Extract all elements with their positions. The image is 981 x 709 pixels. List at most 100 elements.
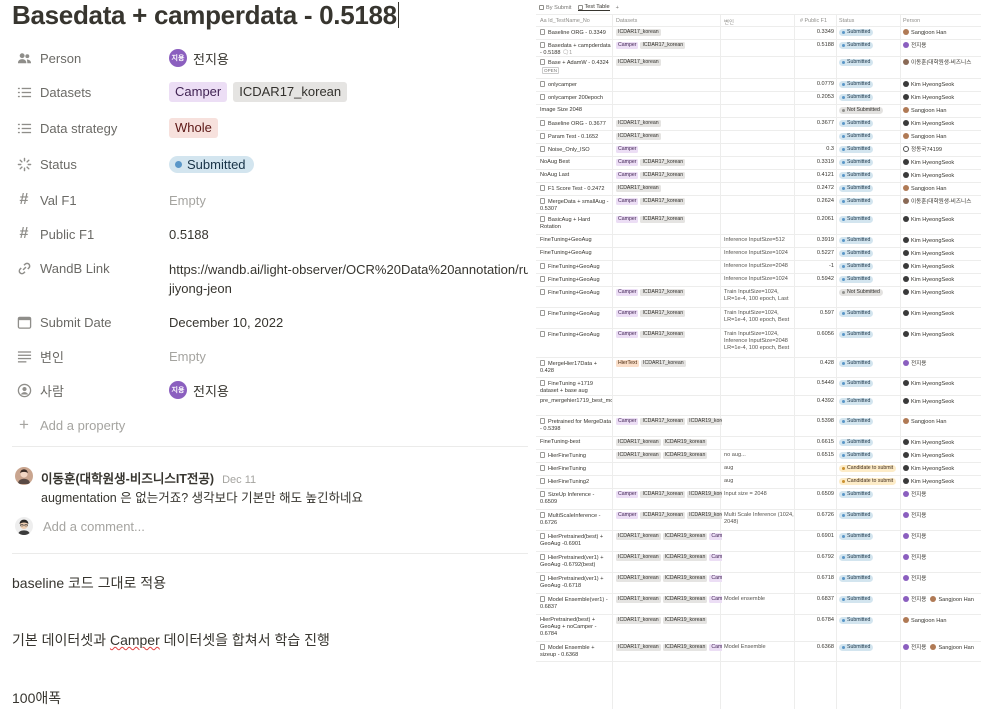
- public-f1-cell[interactable]: 0.6509: [798, 491, 834, 498]
- table-row[interactable]: Base + AdamW - 0.4324 OPEN ICDAR17_korean…: [536, 57, 981, 79]
- variable-cell[interactable]: Model Ensemble: [724, 644, 796, 651]
- status-cell[interactable]: Submitted: [839, 596, 901, 604]
- property-date-label[interactable]: Submit Date: [16, 310, 112, 334]
- status-cell[interactable]: Submitted: [839, 310, 901, 318]
- person-cell[interactable]: 이동훈(대학원생-비즈니스: [903, 59, 981, 67]
- status-cell[interactable]: Submitted: [839, 418, 901, 426]
- wandb-link-line2[interactable]: jiyong-jeon: [169, 279, 528, 298]
- datasets-cell[interactable]: ICDAR17_korean ICDAR19_korean: [616, 452, 722, 459]
- column-header-public-f1[interactable]: # Public F1: [800, 18, 827, 24]
- public-f1-cell[interactable]: 0.0779: [798, 81, 834, 88]
- row-title[interactable]: Image Size 2048: [540, 107, 612, 114]
- public-f1-cell[interactable]: 0.6784: [798, 617, 834, 624]
- person-cell[interactable]: Kim HyeongSeok: [903, 289, 981, 297]
- person-cell[interactable]: Kim HyeongSeok: [903, 398, 981, 406]
- person-cell[interactable]: 전지용: [903, 575, 981, 583]
- status-cell[interactable]: Submitted: [839, 452, 901, 460]
- person-cell[interactable]: Kim HyeongSeok: [903, 263, 981, 271]
- column-header-person[interactable]: Person: [903, 18, 920, 24]
- column-header-name[interactable]: Aa Id_TestName_No: [540, 18, 590, 24]
- status-cell[interactable]: Submitted: [839, 94, 901, 102]
- column-header-datasets[interactable]: Datasets: [616, 18, 637, 24]
- row-title[interactable]: F1 Score Test - 0.2472: [540, 185, 612, 193]
- person-cell[interactable]: Kim HyeongSeok: [903, 452, 981, 460]
- status-cell[interactable]: Submitted: [839, 133, 901, 141]
- tab-test-table[interactable]: Test Table: [577, 4, 610, 11]
- datasets-cell[interactable]: CamperICDAR17_koreanICDAR19_korean: [616, 418, 722, 425]
- datasets-cell[interactable]: Camper ICDAR17_korean: [616, 198, 722, 205]
- variable-cell[interactable]: Multi Scale Inference (1024, 2048): [724, 512, 796, 526]
- status-cell[interactable]: Candidate to submit: [839, 478, 901, 486]
- tab-by-submit[interactable]: By Submit: [539, 5, 572, 11]
- status-cell[interactable]: Submitted: [839, 29, 901, 37]
- person-cell[interactable]: Kim HyeongSeok: [903, 94, 981, 102]
- column-header-variable[interactable]: 변인: [724, 18, 734, 26]
- person-cell[interactable]: Sangjoon Han: [903, 617, 981, 625]
- table-row[interactable]: Baseline ORG - 0.3349 ICDAR17_korean 0.334…: [536, 27, 981, 40]
- strategy-value[interactable]: Whole: [169, 116, 224, 140]
- add-view-button[interactable]: +: [616, 5, 619, 11]
- status-cell[interactable]: Submitted: [839, 59, 901, 67]
- table-row[interactable]: HierPretrained(ver1) + GeoAug -0.6718 ICD…: [536, 573, 981, 594]
- person-cell[interactable]: Kim HyeongSeok: [903, 380, 981, 388]
- variable-value[interactable]: Empty: [169, 344, 206, 368]
- public-f1-cell[interactable]: 0.3677: [798, 120, 834, 127]
- public-f1-cell[interactable]: 0.6515: [798, 452, 834, 459]
- public-f1-cell[interactable]: 0.4121: [798, 172, 834, 179]
- person-cell[interactable]: 정동국74199: [903, 146, 981, 154]
- status-cell[interactable]: Submitted: [839, 42, 901, 50]
- row-title[interactable]: Model Ensemble(ver1) - 0.6837: [540, 596, 612, 611]
- public-f1-cell[interactable]: 0.2061: [798, 216, 834, 223]
- table-row[interactable]: FineTuning-best ICDAR17_korean ICDAR19_kor…: [536, 437, 981, 450]
- datasets-cell[interactable]: ICDAR17_korean: [616, 185, 722, 192]
- row-title[interactable]: FineTuning+GeoAug: [540, 237, 612, 244]
- datasets-cell[interactable]: CamperICDAR17_koreanICDAR19_korean: [616, 491, 722, 498]
- property-variable-label[interactable]: 변인: [16, 344, 64, 368]
- datasets-cell[interactable]: ICDAR17_koreanICDAR19_koreanCamper: [616, 644, 722, 651]
- person-cell[interactable]: Kim HyeongSeok: [903, 120, 981, 128]
- table-row[interactable]: FineTuning+GeoAug Inference InputSize=102…: [536, 274, 981, 287]
- status-cell[interactable]: Submitted: [839, 380, 901, 388]
- property-strategy-label[interactable]: Data strategy: [16, 116, 117, 140]
- person-cell[interactable]: Kim HyeongSeok: [903, 276, 981, 284]
- table-row[interactable]: HierFineTuning aug Candidate to submit Kim …: [536, 463, 981, 476]
- person-cell[interactable]: 이동훈(대학원생-비즈니스: [903, 198, 981, 206]
- public-f1-cell[interactable]: 0.6615: [798, 439, 834, 446]
- person-cell[interactable]: 전지용: [903, 491, 981, 499]
- row-title[interactable]: MultiScaleInference - 0.6726: [540, 512, 612, 527]
- table-row[interactable]: HierPretrained(best) + GeoAug + noCamper…: [536, 615, 981, 642]
- table-row[interactable]: F1 Score Test - 0.2472 ICDAR17_korean 0.24…: [536, 183, 981, 196]
- status-cell[interactable]: Submitted: [839, 159, 901, 167]
- status-cell[interactable]: Submitted: [839, 617, 901, 625]
- variable-cell[interactable]: Inference InputSize=512: [724, 237, 796, 244]
- person-cell[interactable]: Kim HyeongSeok: [903, 159, 981, 167]
- row-title[interactable]: NoAug Best: [540, 159, 612, 166]
- valf1-value[interactable]: Empty: [169, 188, 206, 212]
- row-title[interactable]: Param Test - 0.1652: [540, 133, 612, 141]
- person-cell[interactable]: Kim HyeongSeok: [903, 465, 981, 473]
- property-valf1-label[interactable]: # Val F1: [16, 188, 77, 212]
- public-f1-cell[interactable]: 0.6368: [798, 644, 834, 651]
- table-row[interactable]: Model Ensemble(ver1) - 0.6837 ICDAR17_kor…: [536, 594, 981, 615]
- table-row[interactable]: SizeUp Inference - 0.6509 Camper ICDAR17_k…: [536, 489, 981, 510]
- datasets-cell[interactable]: ICDAR17_korean ICDAR19_korean: [616, 617, 722, 624]
- row-title[interactable]: onlycamper: [540, 81, 612, 89]
- person-value[interactable]: 지용 전지용: [169, 46, 229, 70]
- row-title[interactable]: NoAug Last: [540, 172, 612, 179]
- table-row[interactable]: HierFineTuning ICDAR17_korean ICDAR19_kore…: [536, 450, 981, 463]
- datasets-cell[interactable]: Camper ICDAR17_korean: [616, 310, 722, 317]
- public-f1-cell[interactable]: 0.2472: [798, 185, 834, 192]
- row-title[interactable]: HierPretrained(ver1) + GeoAug -0.6792(be…: [540, 554, 612, 569]
- publicf1-value[interactable]: 0.5188: [169, 222, 209, 246]
- status-cell[interactable]: Submitted: [839, 276, 901, 284]
- row-title[interactable]: HierFineTuning2: [540, 478, 612, 486]
- status-cell[interactable]: Not Submitted: [839, 107, 901, 115]
- datasets-cell[interactable]: HierText ICDAR17_korean: [616, 360, 722, 367]
- variable-cell[interactable]: Input size = 2048: [724, 491, 796, 498]
- public-f1-cell[interactable]: 0.5449: [798, 380, 834, 387]
- row-title[interactable]: MergeData + smallAug - 0.5307: [540, 198, 612, 213]
- table-row[interactable]: MergeData + smallAug - 0.5307 Camper ICDAR…: [536, 196, 981, 214]
- table-row[interactable]: Pretrained for MergeData - 0.5398 Camper I…: [536, 416, 981, 437]
- public-f1-cell[interactable]: 0.5227: [798, 250, 834, 257]
- table-row[interactable]: onlycamper 200epoch 0.2053 Submitted Kim Hy…: [536, 92, 981, 105]
